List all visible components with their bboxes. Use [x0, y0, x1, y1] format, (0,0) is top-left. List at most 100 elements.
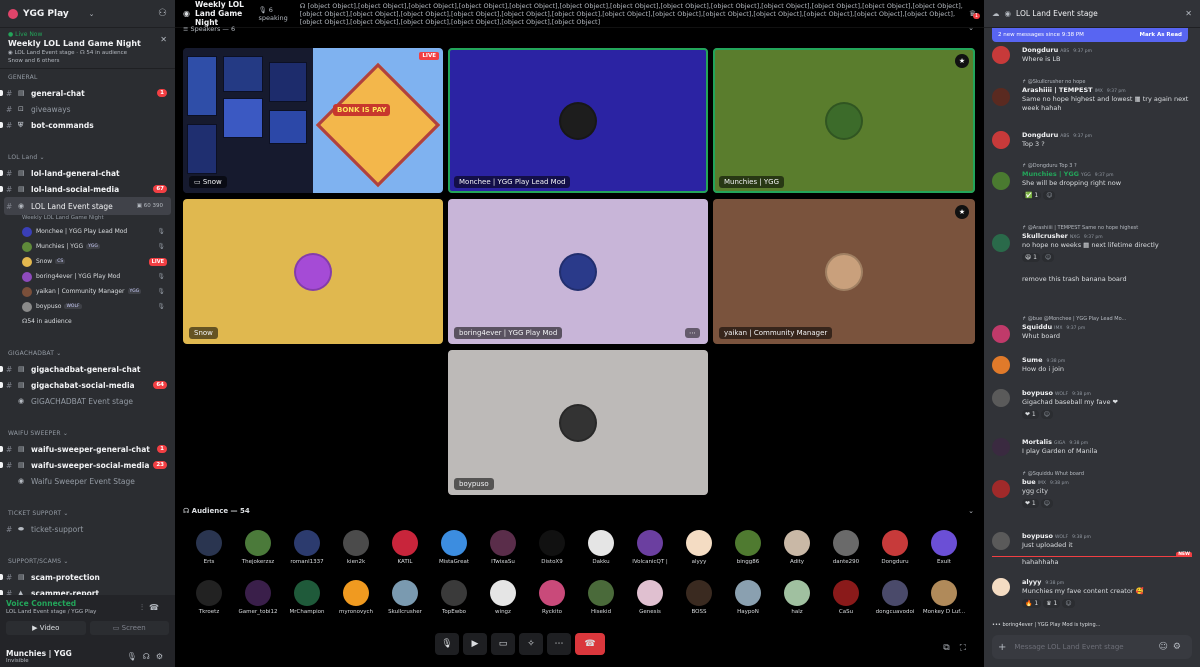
- reply-preview[interactable]: ↱ @bue @Monchee | YGG Play Lead Mo...: [1022, 316, 1192, 322]
- audience-member[interactable]: ITwixaSu: [479, 530, 527, 565]
- screen-share-tile[interactable]: BONK IS PAY LIVE ▭ Snow: [183, 48, 443, 193]
- channel-bot-commands[interactable]: # ⛨ bot-commands: [0, 117, 175, 133]
- channel-lol-land-event-stage[interactable]: # ◉ LOL Land Event stage ▣ 60 390: [4, 197, 171, 215]
- audience-member[interactable]: dante290: [822, 530, 870, 565]
- speaker-tile[interactable]: Munchies | YGG ★: [713, 48, 975, 193]
- voice-user[interactable]: Snow CS LIVE: [0, 254, 175, 269]
- add-reaction-icon[interactable]: ☺: [1041, 253, 1055, 262]
- reaction[interactable]: 🔥 1: [1022, 599, 1042, 608]
- mic-button[interactable]: 🎙: [435, 633, 459, 655]
- audience-member[interactable]: Adity: [773, 530, 821, 565]
- speaker-tile[interactable]: Snow: [183, 199, 443, 344]
- category-ticket[interactable]: TICKET SUPPORT ⌄: [0, 505, 175, 521]
- category-waifu[interactable]: WAIFU SWEEPER ⌄: [0, 425, 175, 441]
- channel-general-chat[interactable]: # ▤ general-chat 1: [0, 85, 175, 101]
- audience-member[interactable]: MrChampion: [283, 580, 331, 615]
- mic-icon[interactable]: 🎙: [127, 652, 143, 661]
- audience-member[interactable]: Dakku: [577, 530, 625, 565]
- chat-message[interactable]: Dongduru ABS 9:37 pm Top 3 ?: [992, 131, 1192, 149]
- author-name[interactable]: Munchies | YGG: [1022, 170, 1079, 178]
- mark-as-read-button[interactable]: Mark As Read: [1139, 32, 1182, 38]
- reply-preview[interactable]: ↱ @Dongduru Top 3 ?: [1022, 163, 1192, 169]
- audience-member[interactable]: wingz: [479, 580, 527, 615]
- category-lolland[interactable]: LOL Land ⌄: [0, 149, 175, 165]
- chat-message[interactable]: Dongduru ABS 9:37 pm Where is LB: [992, 46, 1192, 64]
- avatar[interactable]: [992, 578, 1010, 596]
- activities-button[interactable]: ✧: [519, 633, 543, 655]
- audience-member[interactable]: Hisekid: [577, 580, 625, 615]
- channel-gigachadbat-event-stage[interactable]: ◉ GIGACHADBAT Event stage: [0, 393, 175, 409]
- author-name[interactable]: Mortalis: [1022, 438, 1052, 446]
- voice-user[interactable]: Munchies | YGG YGG 🎙: [0, 239, 175, 254]
- popout-icon[interactable]: ⧉: [943, 643, 959, 653]
- close-icon[interactable]: ✕: [1185, 9, 1192, 18]
- chevron-down-icon[interactable]: ⌄: [968, 24, 974, 32]
- channel-lol-land-general-chat[interactable]: # ▤ lol-land-general-chat: [0, 165, 175, 181]
- audience-member[interactable]: Thejokerzsz: [234, 530, 282, 565]
- audience-member[interactable]: alyyy: [675, 530, 723, 565]
- voice-user[interactable]: boring4ever | YGG Play Mod 🎙: [0, 269, 175, 284]
- audience-member[interactable]: Tkroetz: [185, 580, 233, 615]
- chat-message[interactable]: ↱ @Arashiiii | TEMPEST Same no hope high…: [992, 225, 1192, 262]
- add-reaction-icon[interactable]: ☺: [1040, 410, 1054, 419]
- avatar[interactable]: [992, 389, 1010, 407]
- channel-waifu-sweeper-social-media[interactable]: # ▤ waifu-sweeper-social-media 23: [0, 457, 175, 473]
- avatar[interactable]: [992, 46, 1010, 64]
- author-name[interactable]: Dongduru: [1022, 46, 1058, 54]
- gear-icon[interactable]: ⚙: [156, 652, 169, 661]
- reply-preview[interactable]: ↱ @Skullcrusher no hope: [1022, 79, 1192, 85]
- audience-member[interactable]: dongcuavodoi: [871, 580, 919, 615]
- noise-suppression-icon[interactable]: ⫶: [141, 603, 149, 612]
- close-icon[interactable]: ✕: [160, 35, 167, 44]
- audience-member[interactable]: kien2k: [332, 530, 380, 565]
- chat-message[interactable]: Sume 9:38 pm How do i join: [992, 356, 1192, 374]
- audience-member[interactable]: Dongduru: [871, 530, 919, 565]
- author-name[interactable]: Skullcrusher: [1022, 232, 1068, 240]
- chat-message[interactable]: boypuso WOLF 9:38 pm Gigachad baseball my f…: [992, 389, 1192, 419]
- author-name[interactable]: Sume: [1022, 356, 1043, 364]
- speaker-tile[interactable]: Monchee | YGG Play Lead Mod: [448, 48, 708, 193]
- chat-message[interactable]: Mortalis GIGA 9:38 pm I play Garden of Mani…: [992, 438, 1192, 456]
- avatar[interactable]: [992, 325, 1010, 343]
- reply-preview[interactable]: ↱ @Arashiiii | TEMPEST Same no hope high…: [1022, 225, 1192, 231]
- chat-message[interactable]: ↱ @Skullcrusher no hope Arashiiii | TEMPE…: [992, 79, 1192, 113]
- avatar[interactable]: [992, 88, 1010, 106]
- reaction[interactable]: ✅ 1: [1022, 191, 1042, 200]
- audience-member[interactable]: Genesis: [626, 580, 674, 615]
- screen-share-button[interactable]: ▭: [491, 633, 515, 655]
- more-icon[interactable]: ⋯: [685, 328, 700, 338]
- reaction[interactable]: ♛ 1: [1043, 599, 1061, 608]
- channel-ticket-support[interactable]: # ⬬ ticket-support: [0, 521, 175, 537]
- author-name[interactable]: alyyy: [1022, 578, 1041, 586]
- audience-member[interactable]: bingg86: [724, 530, 772, 565]
- live-event-card[interactable]: ● Live Now Weekly LOL Land Game Night ◉ …: [0, 28, 175, 69]
- audience-member[interactable]: MistaGreat: [430, 530, 478, 565]
- in-audience-row[interactable]: ☊ 54 in audience: [0, 314, 175, 329]
- category-general[interactable]: GENERAL: [0, 69, 175, 85]
- audience-member[interactable]: Exult: [920, 530, 968, 565]
- add-reaction-icon[interactable]: ☺: [1062, 599, 1075, 608]
- author-name[interactable]: bue: [1022, 478, 1036, 486]
- voice-user[interactable]: yaikan | Community Manager YGG 🎙: [0, 284, 175, 299]
- speaker-tile[interactable]: boring4ever | YGG Play Mod ⋯: [448, 199, 708, 344]
- speaker-tile[interactable]: boypuso: [448, 350, 708, 495]
- avatar[interactable]: [992, 356, 1010, 374]
- avatar[interactable]: [992, 480, 1010, 498]
- avatar[interactable]: [992, 131, 1010, 149]
- user-panel[interactable]: Munchies | YGG Invisible 🎙☊⚙: [0, 645, 175, 667]
- author-name[interactable]: boypuso: [1022, 389, 1053, 397]
- emoji-icon[interactable]: ☺: [1159, 642, 1173, 652]
- add-attachment-icon[interactable]: +: [998, 642, 1006, 653]
- voice-user[interactable]: boypuso WOLF 🎙: [0, 299, 175, 314]
- fullscreen-icon[interactable]: ⛶: [960, 643, 976, 653]
- audience-member[interactable]: HaypoN: [724, 580, 772, 615]
- channel-scam-protection[interactable]: # ▤ scam-protection: [0, 569, 175, 585]
- message-input[interactable]: Message LOL Land Event stage: [1014, 643, 1123, 651]
- chat-message[interactable]: remove this trash banana board: [992, 274, 1192, 284]
- author-name[interactable]: Arashiiii | TEMPEST: [1022, 86, 1093, 94]
- category-support[interactable]: SUPPORT/SCAMS ⌄: [0, 553, 175, 569]
- avatar[interactable]: [992, 438, 1010, 456]
- add-reaction-icon[interactable]: ☺: [1043, 191, 1056, 200]
- new-messages-bar[interactable]: 2 new messages since 9:38 PM Mark As Rea…: [992, 28, 1188, 42]
- audience-member[interactable]: IVolcanicQT |: [626, 530, 674, 565]
